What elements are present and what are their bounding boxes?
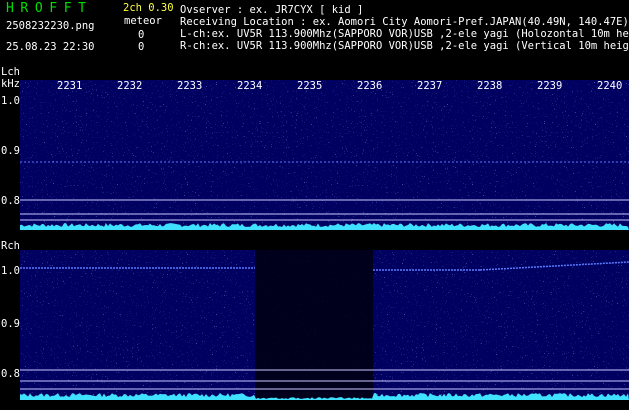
time-tick: 2240 xyxy=(597,80,623,92)
lch-spectrogram xyxy=(20,80,629,230)
time-tick: 2239 xyxy=(537,80,563,92)
lch-freq-tick: 0.9 xyxy=(1,145,20,157)
rch-channel-label: Rch xyxy=(1,240,20,252)
time-tick: 2236 xyxy=(357,80,383,92)
lch-freq-tick: 1.0 xyxy=(1,95,20,107)
rch-freq-tick: 0.9 xyxy=(1,318,20,330)
time-tick: 2235 xyxy=(297,80,323,92)
time-tick: 2237 xyxy=(417,80,443,92)
time-tick: 2238 xyxy=(477,80,503,92)
lch-freq-tick: 0.8 xyxy=(1,195,20,207)
lch-channel-label: Lch xyxy=(1,66,20,78)
rch-spectrogram xyxy=(20,250,629,400)
lch-unit-label: kHz xyxy=(1,78,20,90)
rch-dropout-region xyxy=(255,250,373,400)
time-tick: 2231 xyxy=(57,80,83,92)
time-tick: 2232 xyxy=(117,80,143,92)
rch-freq-tick: 1.0 xyxy=(1,265,20,277)
time-tick: 2234 xyxy=(237,80,263,92)
spectrogram-canvas xyxy=(20,80,629,400)
time-tick: 2233 xyxy=(177,80,203,92)
rch-freq-tick: 0.8 xyxy=(1,368,20,380)
